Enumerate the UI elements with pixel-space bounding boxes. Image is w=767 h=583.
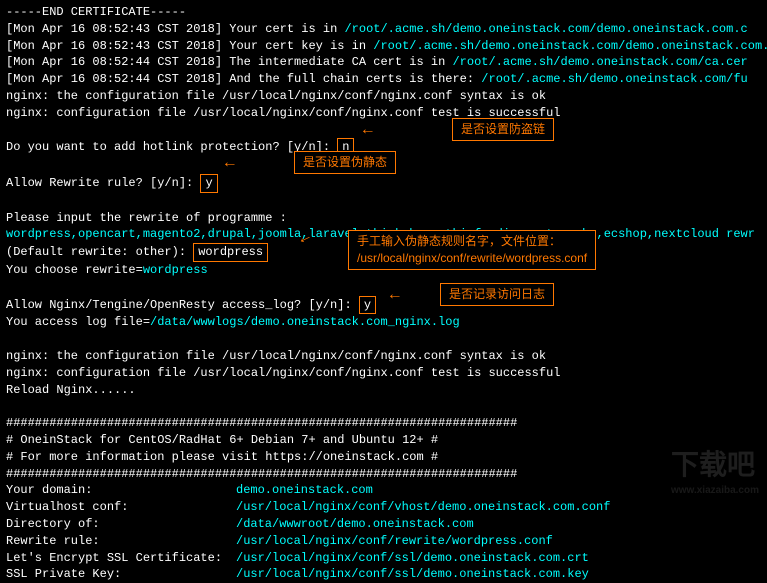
nginx-test-ok: nginx: configuration file /usr/local/ngi… — [6, 105, 761, 122]
callout-manual: 手工输入伪静态规则名字，文件位置： /usr/local/nginx/conf/… — [348, 230, 596, 270]
terminal-output: -----END CERTIFICATE----- [Mon Apr 16 08… — [6, 4, 761, 583]
cert-line: [Mon Apr 16 08:52:43 CST 2018] Your cert… — [6, 21, 761, 38]
accesslog-input[interactable]: y — [359, 296, 376, 315]
accesslog-prompt: Allow Nginx/Tengine/OpenResty access_log… — [6, 296, 761, 315]
nginx-test-ok-2: nginx: configuration file /usr/local/ngi… — [6, 365, 761, 382]
callout-hotlink: 是否设置防盗链 — [452, 118, 554, 141]
callout-accesslog: 是否记录访问日志 — [440, 283, 554, 306]
summary-dir: Directory of:/data/wwwroot/demo.oneinsta… — [6, 516, 761, 533]
fullchain-line: [Mon Apr 16 08:52:44 CST 2018] And the f… — [6, 71, 761, 88]
summary-ssl: Let's Encrypt SSL Certificate:/usr/local… — [6, 550, 761, 567]
key-line: [Mon Apr 16 08:52:43 CST 2018] Your cert… — [6, 38, 761, 55]
rewrite-program-prompt: Please input the rewrite of programme : — [6, 210, 761, 227]
reload-line: Reload Nginx...... — [6, 382, 761, 399]
summary-sslkey: SSL Private Key:/usr/local/nginx/conf/ss… — [6, 566, 761, 583]
rewrite-input[interactable]: y — [200, 174, 217, 193]
arrow-icon: ← — [363, 119, 373, 141]
arrow-icon: ← — [390, 284, 400, 306]
summary-rewrite: Rewrite rule:/usr/local/nginx/conf/rewri… — [6, 533, 761, 550]
nginx-syntax-ok: nginx: the configuration file /usr/local… — [6, 88, 761, 105]
banner-1: # OneinStack for CentOS/RadHat 6+ Debian… — [6, 432, 761, 449]
end-cert: -----END CERTIFICATE----- — [6, 4, 761, 21]
rewrite-name-input[interactable]: wordpress — [193, 243, 268, 262]
ca-line: [Mon Apr 16 08:52:44 CST 2018] The inter… — [6, 54, 761, 71]
callout-rewrite: 是否设置伪静态 — [294, 151, 396, 174]
nginx-syntax-ok-2: nginx: the configuration file /usr/local… — [6, 348, 761, 365]
summary-domain: Your domain:demo.oneinstack.com — [6, 482, 761, 499]
hash-line: ########################################… — [6, 415, 761, 432]
arrow-icon: ← — [225, 152, 235, 174]
hash-line-2: ########################################… — [6, 466, 761, 483]
rewrite-prompt: Allow Rewrite rule? [y/n]: y — [6, 174, 761, 193]
banner-2: # For more information please visit http… — [6, 449, 761, 466]
accesslog-file-line: You access log file=/data/wwwlogs/demo.o… — [6, 314, 761, 331]
